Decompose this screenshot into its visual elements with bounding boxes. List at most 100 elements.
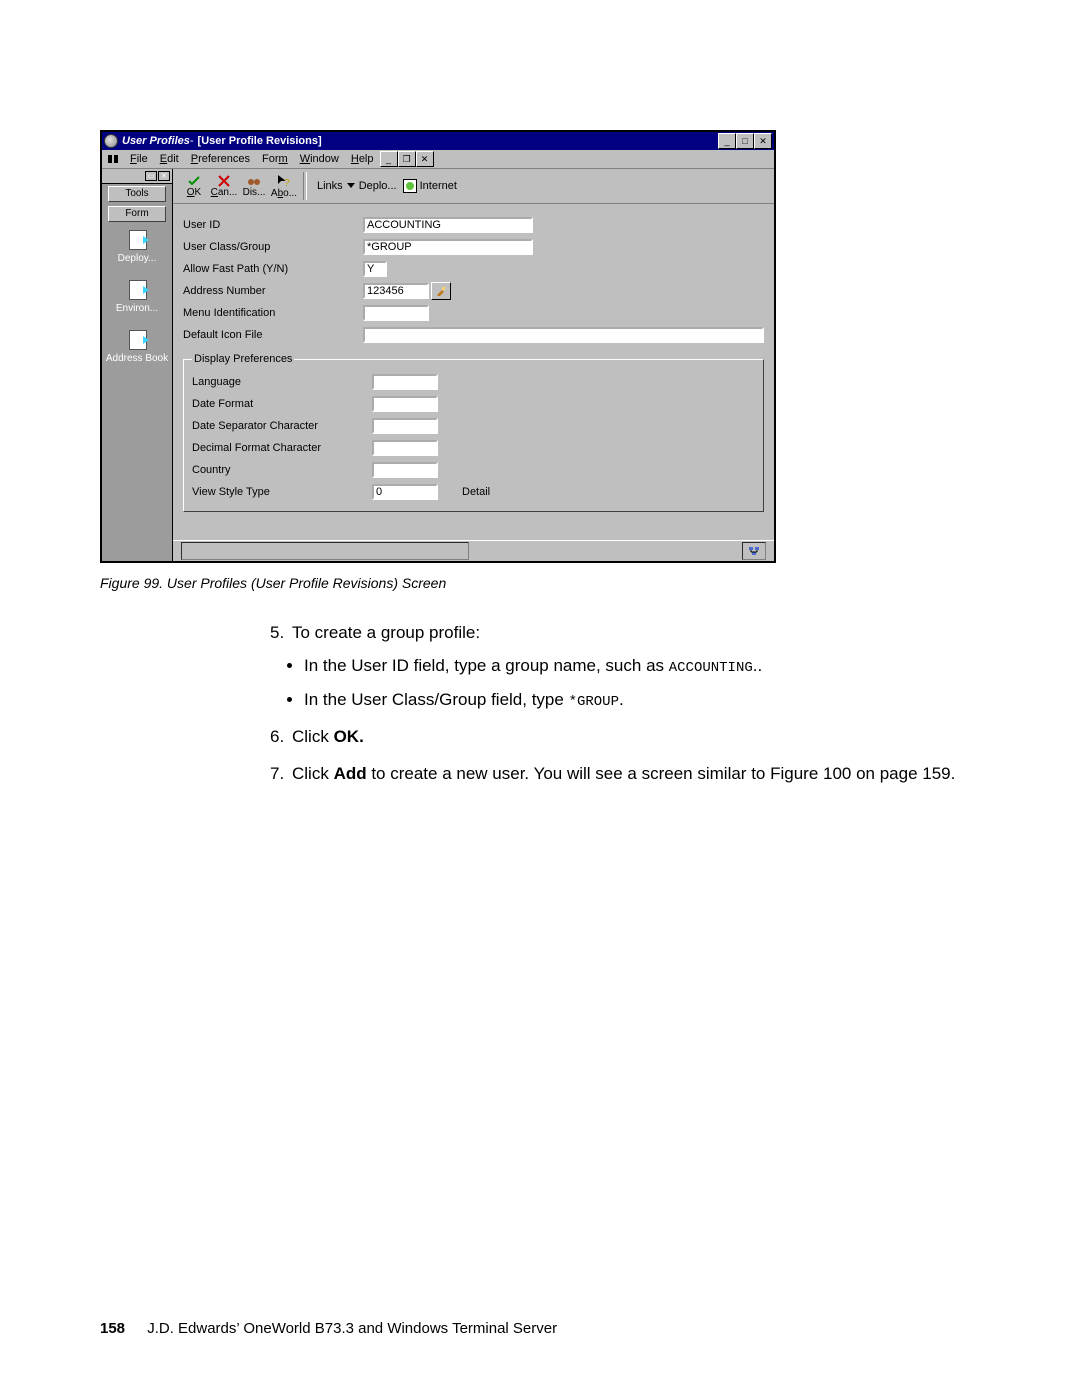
globe-icon [403, 179, 417, 193]
mdi-close-button[interactable]: ✕ [416, 151, 434, 167]
display-button[interactable]: Dis... [239, 175, 269, 198]
sidebar-item-environ[interactable]: Environ... [102, 274, 172, 324]
label-language: Language [192, 377, 372, 388]
label-menu-id: Menu Identification [183, 308, 363, 319]
maximize-button[interactable]: □ [736, 133, 754, 149]
app-icon [104, 134, 118, 148]
menu-preferences[interactable]: Preferences [185, 152, 256, 167]
label-view-style: View Style Type [192, 487, 372, 498]
addr-no-field[interactable] [363, 283, 429, 299]
language-field[interactable] [372, 374, 438, 390]
window-controls: _ □ ✕ [718, 133, 772, 149]
mdi-restore-button[interactable]: ❐ [398, 151, 416, 167]
step-5-bullet-1: In the User ID field, type a group name,… [304, 652, 980, 679]
step-6: 6.Click OK. [270, 723, 980, 750]
sidebar-item-label: Environ... [102, 304, 172, 314]
lookup-button[interactable] [431, 282, 451, 300]
status-cell [181, 542, 469, 560]
book-title: J.D. Edwards’ OneWorld B73.3 and Windows… [147, 1320, 557, 1337]
ok-button[interactable]: OK [179, 175, 209, 198]
menu-window[interactable]: Window [294, 152, 345, 167]
step-7-bold: Add [334, 764, 367, 783]
document-arrow-icon [125, 230, 149, 250]
close-button[interactable]: ✕ [754, 133, 772, 149]
mdi-child-icon [106, 152, 120, 166]
mdi-minimize-button[interactable]: _ [380, 151, 398, 167]
form-area: User ID User Class/Group Allow Fast Path… [173, 204, 774, 540]
document-arrow-icon [125, 280, 149, 300]
user-id-field[interactable] [363, 217, 533, 233]
toolbar-separator [303, 172, 307, 200]
sidebar-dock-button[interactable]: ▭ [145, 171, 157, 181]
svg-text:?: ? [284, 178, 290, 188]
help-cursor-icon: ? [277, 174, 291, 188]
body-text: 5.To create a group profile: In the User… [270, 619, 980, 787]
label-date-format: Date Format [192, 399, 372, 410]
content: OK Can... Dis... ? Abo... Li [173, 169, 774, 561]
group-legend: Display Preferences [192, 354, 294, 365]
view-style-extra: Detail [462, 487, 490, 498]
binoculars-icon [247, 175, 261, 187]
sidebar-tab-form[interactable]: Form [108, 206, 166, 222]
label-dec-fmt: Decimal Format Character [192, 443, 372, 454]
menu-form[interactable]: Form [256, 152, 294, 167]
country-field[interactable] [372, 462, 438, 478]
cancel-button[interactable]: Can... [209, 175, 239, 198]
label-country: Country [192, 465, 372, 476]
label-user-id: User ID [183, 220, 363, 231]
menubar: File Edit Preferences Form Window Help _… [102, 150, 774, 169]
sidebar-tab-tools[interactable]: Tools [108, 186, 166, 202]
step-5-bullet-2: In the User Class/Group field, type *GRO… [304, 686, 980, 713]
figure-caption: Figure 99. User Profiles (User Profile R… [100, 575, 980, 591]
label-icon-file: Default Icon File [183, 330, 363, 341]
statusbar [173, 540, 774, 561]
link-deploy[interactable]: Deplo... [359, 181, 397, 192]
status-network-icon [742, 542, 766, 560]
page-footer: 158 J.D. Edwards’ OneWorld B73.3 and Win… [100, 1320, 557, 1337]
app-window: User Profiles - [User Profile Revisions]… [100, 130, 776, 563]
mdi-child-controls: _ ❐ ✕ [380, 151, 434, 167]
document-arrow-icon [125, 330, 149, 350]
sidebar-item-label: Deploy... [102, 254, 172, 264]
menu-help[interactable]: Help [345, 152, 380, 167]
dec-fmt-field[interactable] [372, 440, 438, 456]
user-class-field[interactable] [363, 239, 533, 255]
icon-file-field[interactable] [363, 327, 764, 343]
display-preferences-group: Display Preferences Language Date Format… [183, 354, 764, 512]
date-sep-field[interactable] [372, 418, 438, 434]
menu-id-field[interactable] [363, 305, 429, 321]
sidebar-close-button[interactable]: ✕ [158, 171, 170, 181]
step-7: 7.Click Add to create a new user. You wi… [270, 760, 980, 787]
date-format-field[interactable] [372, 396, 438, 412]
label-fast-path: Allow Fast Path (Y/N) [183, 264, 363, 275]
links-label: Links [317, 181, 343, 192]
menu-file[interactable]: File [124, 152, 154, 167]
sidebar-item-address-book[interactable]: Address Book [102, 324, 172, 374]
toolbar: OK Can... Dis... ? Abo... Li [173, 169, 774, 204]
sidebar-item-deploy[interactable]: Deploy... [102, 224, 172, 274]
label-addr-no: Address Number [183, 286, 363, 297]
title-main: User Profiles [122, 136, 190, 147]
about-button[interactable]: ? Abo... [269, 174, 299, 199]
sidebar-top-controls: ▭ ✕ [102, 169, 172, 184]
sidebar-item-label: Address Book [102, 354, 172, 364]
fast-path-field[interactable] [363, 261, 387, 277]
step-6-bold: OK. [334, 727, 364, 746]
flashlight-icon [436, 286, 446, 296]
label-date-sep: Date Separator Character [192, 421, 372, 432]
minimize-button[interactable]: _ [718, 133, 736, 149]
titlebar: User Profiles - [User Profile Revisions]… [102, 132, 774, 150]
title-sep: - [190, 136, 194, 147]
step-5: 5.To create a group profile: In the User… [270, 619, 980, 713]
check-icon [187, 175, 201, 187]
x-icon [218, 175, 230, 187]
page-number: 158 [100, 1320, 125, 1337]
title-sub: [User Profile Revisions] [198, 136, 322, 147]
sidebar: ▭ ✕ Tools Form Deploy... Environ... [102, 169, 173, 561]
link-internet[interactable]: Internet [403, 179, 457, 193]
view-style-field[interactable] [372, 484, 438, 500]
menu-edit[interactable]: Edit [154, 152, 185, 167]
workspace: ▭ ✕ Tools Form Deploy... Environ... [102, 169, 774, 561]
chevron-down-icon[interactable] [347, 183, 355, 188]
step-5-text: To create a group profile: [292, 623, 480, 642]
